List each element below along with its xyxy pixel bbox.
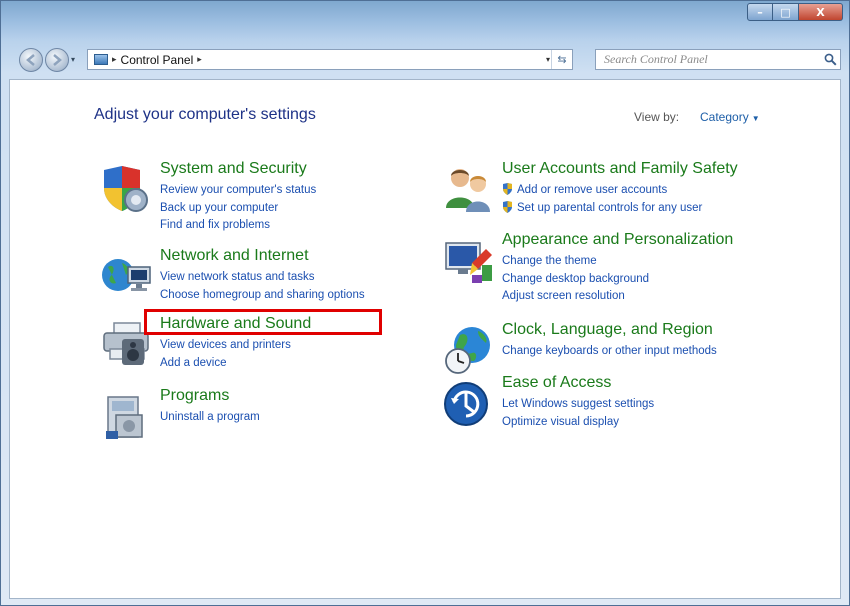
link-parental-controls[interactable]: Set up parental controls for any user — [502, 200, 702, 218]
network-internet-icon — [102, 259, 151, 291]
breadcrumb-separator[interactable]: ▸ — [197, 55, 202, 65]
search-box — [595, 49, 841, 70]
view-by-label: View by: — [634, 110, 680, 124]
link-change-theme[interactable]: Change the theme — [502, 253, 649, 271]
category-links: Let Windows suggest settings Optimize vi… — [502, 396, 654, 431]
link-review-status[interactable]: Review your computer's status — [160, 182, 316, 200]
category-title-clock-language-region[interactable]: Clock, Language, and Region — [502, 321, 713, 339]
page-heading: Adjust your computer's settings — [94, 106, 316, 123]
category-title-ease-of-access[interactable]: Ease of Access — [502, 374, 611, 392]
navigation-bar: ▾ ▸ Control Panel ▸ ▾ ⇆ — [1, 39, 849, 79]
link-windows-suggest[interactable]: Let Windows suggest settings — [502, 396, 654, 414]
search-icon[interactable] — [824, 53, 837, 66]
content-pane: Adjust your computer's settings View by:… — [9, 79, 841, 599]
category-links: View devices and printers Add a device — [160, 337, 291, 372]
close-button[interactable]: X — [799, 3, 843, 21]
link-devices-printers[interactable]: View devices and printers — [160, 337, 291, 355]
link-network-status[interactable]: View network status and tasks — [160, 269, 365, 287]
control-panel-window: – □ X ▾ ▸ Control Panel ▸ ▾ ⇆ Search Con… — [0, 0, 850, 606]
forward-arrow-icon — [53, 54, 62, 66]
category-title-user-accounts[interactable]: User Accounts and Family Safety — [502, 160, 738, 178]
category-links: Uninstall a program — [160, 409, 260, 427]
forward-button[interactable] — [45, 48, 69, 72]
category-title-network-internet[interactable]: Network and Internet — [160, 247, 309, 265]
link-back-up[interactable]: Back up your computer — [160, 200, 316, 218]
link-label[interactable]: Add or remove user accounts — [517, 184, 667, 196]
link-screen-resolution[interactable]: Adjust screen resolution — [502, 288, 649, 306]
link-find-fix[interactable]: Find and fix problems — [160, 217, 316, 235]
view-by-value[interactable]: Category — [700, 110, 749, 124]
category-title-system-security[interactable]: System and Security — [160, 160, 307, 178]
category-links: Change keyboards or other input methods — [502, 343, 717, 361]
category-title-programs[interactable]: Programs — [160, 387, 229, 405]
title-bar[interactable]: – □ X — [1, 1, 849, 39]
uac-shield-icon — [503, 183, 512, 195]
category-links: Review your computer's status Back up yo… — [160, 182, 316, 235]
link-optimize-visual[interactable]: Optimize visual display — [502, 414, 654, 432]
dropdown-arrow-icon[interactable]: ▼ — [752, 114, 760, 123]
back-button[interactable] — [19, 48, 43, 72]
maximize-button[interactable]: □ — [773, 3, 799, 21]
user-accounts-icon — [446, 169, 490, 212]
minimize-button[interactable]: – — [747, 3, 773, 21]
link-add-device[interactable]: Add a device — [160, 355, 291, 373]
link-label[interactable]: Set up parental controls for any user — [517, 202, 702, 214]
ease-of-access-icon — [444, 382, 488, 426]
view-by-dropdown[interactable]: Category ▼ — [700, 110, 760, 124]
link-homegroup-sharing[interactable]: Choose homegroup and sharing options — [160, 287, 365, 305]
clock-globe-icon — [445, 327, 490, 374]
link-add-remove-accounts[interactable]: Add or remove user accounts — [502, 182, 702, 200]
category-links: View network status and tasks Choose hom… — [160, 269, 365, 304]
breadcrumb-control-panel[interactable]: Control Panel — [121, 53, 194, 67]
search-input[interactable] — [596, 50, 832, 69]
link-desktop-background[interactable]: Change desktop background — [502, 271, 649, 289]
address-bar[interactable]: ▸ Control Panel ▸ ▾ ⇆ — [87, 49, 573, 70]
system-security-icon — [104, 166, 148, 212]
address-dropdown-button[interactable]: ▾ — [546, 55, 550, 64]
window-controls: – □ X — [747, 3, 843, 21]
highlight-box-hardware-sound — [144, 309, 382, 335]
category-links: Change the theme Change desktop backgrou… — [502, 253, 649, 306]
uac-shield-icon — [503, 200, 512, 213]
back-arrow-icon — [26, 54, 35, 66]
control-panel-icon — [94, 54, 108, 65]
category-links: Add or remove user accounts Set up paren… — [502, 182, 702, 217]
recent-pages-button[interactable]: ▾ — [71, 55, 75, 64]
link-keyboards-input[interactable]: Change keyboards or other input methods — [502, 343, 717, 361]
appearance-icon — [445, 242, 492, 283]
refresh-button[interactable]: ⇆ — [551, 50, 572, 69]
breadcrumb-separator[interactable]: ▸ — [112, 55, 117, 65]
link-uninstall-program[interactable]: Uninstall a program — [160, 409, 260, 427]
programs-icon — [106, 396, 143, 439]
category-title-appearance[interactable]: Appearance and Personalization — [502, 231, 733, 249]
